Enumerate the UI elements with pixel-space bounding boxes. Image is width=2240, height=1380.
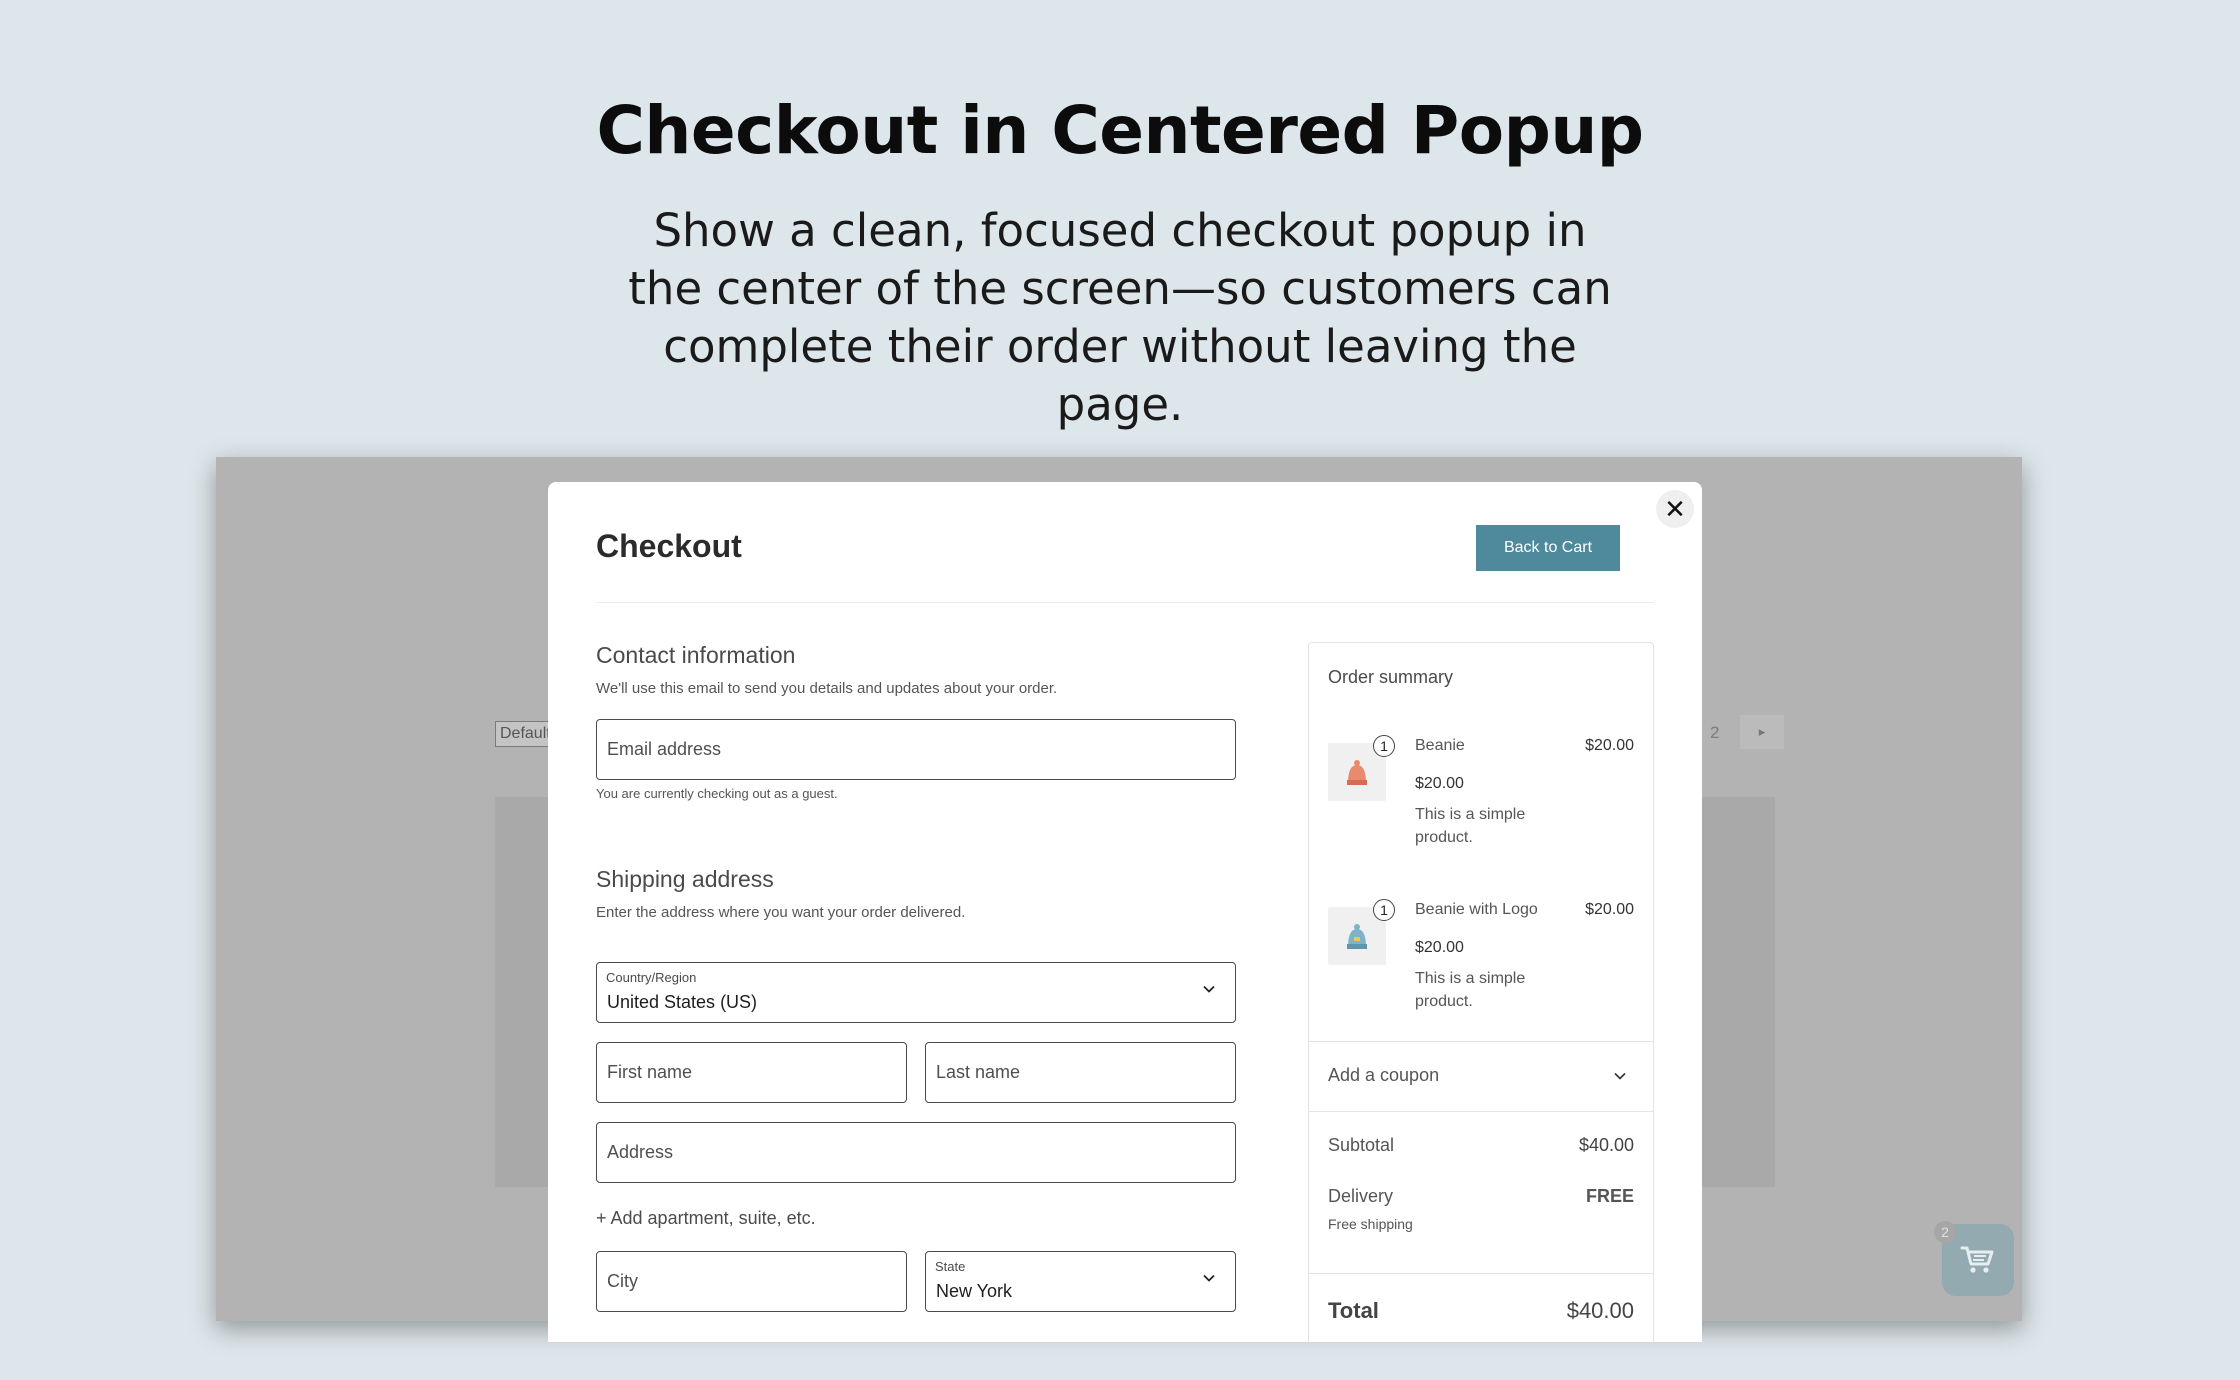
subtotal-value: $40.00 (1578, 1135, 1634, 1155)
divider (596, 602, 1654, 603)
state-select[interactable]: State New York (925, 1251, 1236, 1312)
item-unit-price: $20.00 (1415, 939, 1464, 956)
contact-section-description: We'll use this email to send you details… (596, 680, 1058, 697)
modal-title: Checkout (596, 528, 742, 564)
last-name-placeholder: Last name (936, 1062, 1021, 1082)
quantity-badge: 1 (1373, 899, 1395, 921)
delivery-value: FREE (1585, 1186, 1634, 1206)
sort-select[interactable]: Default (495, 721, 555, 747)
pagination-next-icon[interactable]: ▸ (1740, 715, 1784, 749)
order-summary-title: Order summary (1328, 667, 1454, 687)
divider (1309, 1041, 1653, 1042)
item-description: This is a simple product. (1415, 806, 1526, 846)
cart-count-badge: 2 (1934, 1221, 1956, 1243)
state-label: State (935, 1259, 966, 1274)
item-unit-price: $20.00 (1415, 775, 1464, 792)
total-label: Total (1328, 1298, 1379, 1323)
pagination-page[interactable]: 2 (1710, 723, 1719, 743)
page-title: Checkout in Centered Popup (596, 92, 1644, 169)
email-placeholder: Email address (607, 739, 722, 759)
summary-item: 1 Beanie $20.00 $20.00 This is a simple … (1309, 729, 1653, 869)
total-value: $40.00 (1566, 1298, 1634, 1323)
item-total-price: $20.00 (1585, 901, 1634, 918)
item-total-price: $20.00 (1585, 737, 1634, 754)
city-field[interactable]: City (596, 1251, 907, 1312)
item-description: This is a simple product. (1415, 970, 1526, 1010)
item-name: Beanie (1415, 737, 1465, 754)
cart-icon (1960, 1246, 1994, 1273)
shipping-method-note: Free shipping (1328, 1216, 1413, 1232)
chevron-down-icon (1203, 985, 1215, 993)
state-value: New York (936, 1281, 1013, 1301)
quantity-badge: 1 (1373, 735, 1395, 757)
divider (1309, 1273, 1653, 1274)
address-field[interactable]: Address (596, 1122, 1236, 1183)
city-placeholder: City (607, 1271, 638, 1291)
add-coupon-toggle[interactable]: Add a coupon (1328, 1065, 1439, 1086)
item-name: Beanie with Logo (1415, 901, 1538, 918)
guest-note: You are currently checking out as a gues… (596, 786, 838, 801)
country-select[interactable]: Country/Region United States (US) (596, 962, 1236, 1023)
add-apartment-link[interactable]: + Add apartment, suite, etc. (596, 1208, 816, 1229)
shipping-section-description: Enter the address where you want your or… (596, 904, 966, 921)
chevron-down-icon[interactable] (1614, 1070, 1626, 1082)
order-summary: Order summary 1 Beanie $20.00 $20.00 Thi… (1308, 642, 1654, 1342)
page-subtitle: Show a clean, focused checkout popup in … (628, 204, 1612, 431)
first-name-placeholder: First name (607, 1062, 693, 1082)
last-name-field[interactable]: Last name (925, 1042, 1236, 1103)
shipping-section-title: Shipping address (596, 866, 774, 892)
close-icon[interactable]: ✕ (1656, 490, 1694, 528)
delivery-label: Delivery (1328, 1186, 1394, 1206)
email-field[interactable]: Email address (596, 719, 1236, 780)
back-to-cart-button[interactable]: Back to Cart (1476, 525, 1620, 571)
summary-item: 1 Beanie with Logo $20.00 $20.00 This is… (1309, 893, 1653, 1033)
subtotal-label: Subtotal (1328, 1135, 1395, 1155)
address-placeholder: Address (607, 1142, 674, 1162)
checkout-modal: Checkout Back to Cart Contact informatio… (548, 482, 1702, 1342)
first-name-field[interactable]: First name (596, 1042, 907, 1103)
country-value: United States (US) (607, 992, 758, 1012)
divider (1309, 1111, 1653, 1112)
contact-section-title: Contact information (596, 642, 796, 668)
country-label: Country/Region (606, 970, 697, 985)
chevron-down-icon (1203, 1274, 1215, 1282)
